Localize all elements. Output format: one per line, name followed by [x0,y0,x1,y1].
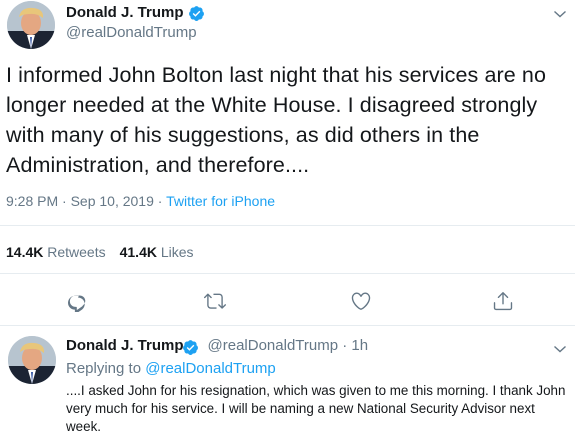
tweet-stats: 14.4K Retweets 41.4K Likes [6,244,194,260]
heart-icon[interactable] [350,290,372,312]
divider [0,225,575,226]
verified-badge-icon [182,339,199,356]
tweet-text: I informed John Bolton last night that h… [6,63,547,177]
chevron-down-icon[interactable] [553,6,567,18]
likes-stat[interactable]: 41.4K Likes [120,244,194,260]
retweets-label: Retweets [47,244,106,260]
retweets-stat[interactable]: 14.4K Retweets [6,244,106,260]
chevron-down-icon[interactable] [553,341,567,353]
reply-author-avatar[interactable] [8,336,56,384]
meta-separator: · [153,193,167,209]
replying-to-mention-link[interactable]: @realDonaldTrump [145,360,276,377]
tweet-timestamp[interactable]: 9:28 PM · Sep 10, 2019 [6,193,154,209]
reply-text: ....I asked John for his resignation, wh… [66,383,566,434]
replying-to: Replying to @realDonaldTrump [66,360,276,377]
reply-age[interactable]: · 1h [342,337,368,354]
divider [0,273,575,274]
author-display-name[interactable]: Donald J. Trump [66,4,184,21]
verified-badge-icon [188,5,205,22]
likes-count: 41.4K [119,244,157,260]
reply-author-username[interactable]: @realDonaldTrump [208,337,339,354]
main-tweet: Donald J. Trump @realDonaldTrump I infor… [0,0,575,326]
tweet-source-link[interactable]: Twitter for iPhone [166,193,275,209]
reply-header: Donald J. Trump @realDonaldTrump · 1h [66,337,368,354]
replying-to-label: Replying to [66,360,142,377]
share-icon[interactable] [492,290,514,312]
author-avatar[interactable] [7,1,55,49]
reply-author-display-name[interactable]: Donald J. Trump [66,337,184,354]
retweets-count: 14.4K [6,244,44,260]
reply-icon[interactable] [66,290,88,312]
likes-label: Likes [160,244,194,260]
tweet-meta: 9:28 PM · Sep 10, 2019 · Twitter for iPh… [6,193,275,209]
retweet-icon[interactable] [204,290,226,312]
author-username[interactable]: @realDonaldTrump [66,24,197,41]
